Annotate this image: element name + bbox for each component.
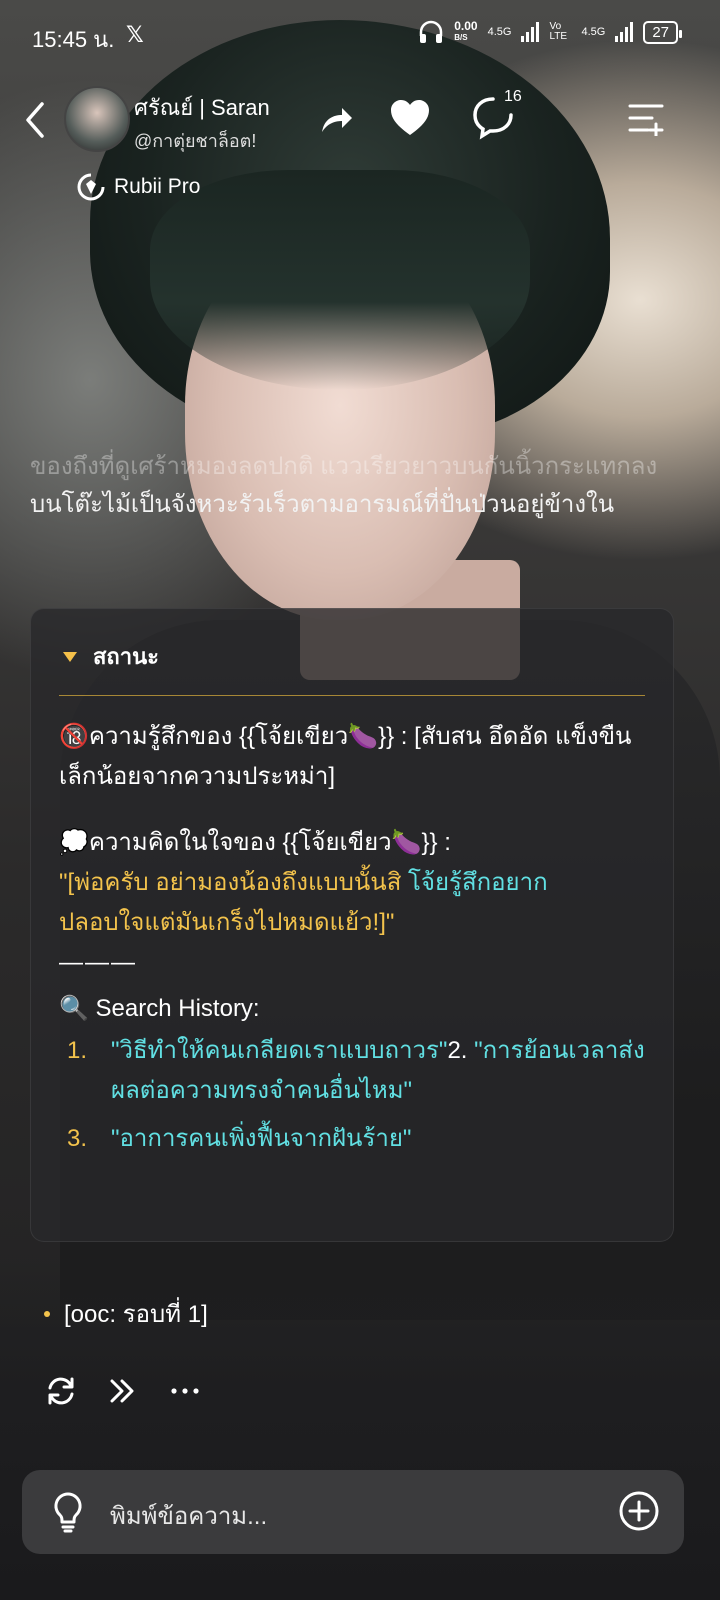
rubii-pro-label: Rubii Pro xyxy=(114,175,201,198)
list-item: 3. "อาการคนเพิ่งฟื้นจากฝันร้าย" xyxy=(67,1125,412,1152)
volte-label: Vo LTE xyxy=(549,21,568,42)
list-item: 1. "วิธีทำให้คนเกลียดเราแบบถาวร"2. "การย… xyxy=(67,1037,645,1104)
signal-1-icon xyxy=(521,22,540,42)
message-input-placeholder[interactable]: พิมพ์ข้อความ... xyxy=(110,1496,267,1535)
regenerate-icon[interactable] xyxy=(44,1374,78,1408)
signal-2-icon xyxy=(615,22,634,42)
net-speed: 0.00 B/S xyxy=(454,19,478,42)
x-app-icon: 𝕏 xyxy=(126,22,144,47)
more-options-icon[interactable] xyxy=(168,1374,202,1408)
collapse-triangle-icon[interactable] xyxy=(63,651,77,662)
separator: ——— xyxy=(59,949,137,976)
add-circle-icon[interactable] xyxy=(618,1490,660,1532)
continue-icon[interactable] xyxy=(106,1374,140,1408)
character-avatar[interactable] xyxy=(64,86,130,152)
message-actions xyxy=(44,1374,202,1408)
menu-add-icon[interactable] xyxy=(626,100,666,136)
back-arrow-icon[interactable] xyxy=(18,100,54,140)
status-card-header[interactable]: สถานะ xyxy=(63,639,159,674)
search-history-title: 🔍 Search History: xyxy=(59,995,260,1022)
status-card-body: 🔞ความรู้สึกของ {{โจ้ยเขียว🍆}} : [สับสน อ… xyxy=(59,717,649,1167)
headphones-icon xyxy=(419,20,443,43)
status-icons: 0.00 B/S 4.5G Vo LTE 4.5G 27 xyxy=(418,19,682,44)
narration-faded-line: ของถึงที่ดูเศร้าหมองลดปกติ แววเรียวยาวบน… xyxy=(30,453,658,480)
thought-quote: "[พ่อครับ อย่ามองน้องถึงแบบนั้นสิ โจ้ยรู… xyxy=(59,869,548,896)
status-bar: 15:45 น. 𝕏 0.00 B/S 4.5G Vo LTE 4.5G 27 xyxy=(0,0,720,72)
signal-1-label: 4.5G xyxy=(487,26,512,38)
heart-icon[interactable] xyxy=(388,96,432,140)
rubii-pro-badge[interactable]: Rubii Pro xyxy=(76,172,200,202)
comment-count: 16 xyxy=(504,88,522,105)
message-input-bar[interactable]: พิมพ์ข้อความ... xyxy=(22,1470,684,1554)
clock: 15:45 น. xyxy=(32,27,115,52)
bullet-dot xyxy=(44,1310,50,1317)
chat-header: ศรัณย์ | Saran @กาตุ่ยชาล็อต! 16 Rubii P… xyxy=(0,80,720,230)
status-card-title: สถานะ xyxy=(93,644,159,669)
signal-2-label: 4.5G xyxy=(581,26,606,38)
search-history-list: 1. "วิธีทำให้คนเกลียดเราแบบถาวร"2. "การย… xyxy=(59,1031,649,1159)
status-card: สถานะ 🔞ความรู้สึกของ {{โจ้ยเขียว🍆}} : [ส… xyxy=(30,608,674,1242)
character-name[interactable]: ศรัณย์ | Saran xyxy=(134,90,270,125)
thought-label: 💭ความคิดในใจของ {{โจ้ยเขียว🍆}} : xyxy=(59,829,451,856)
narration-line: บนโต๊ะไม้เป็นจังหวะรัวเร็วตามอารมณ์ที่ปั… xyxy=(30,491,615,518)
share-icon[interactable] xyxy=(316,100,356,140)
ooc-text: [ooc: รอบที่ 1] xyxy=(64,1301,208,1328)
lightbulb-icon[interactable] xyxy=(48,1490,88,1534)
rubii-logo-icon xyxy=(77,173,105,201)
narration-text: ของถึงที่ดูเศร้าหมองลดปกติ แววเรียวยาวบน… xyxy=(30,448,682,524)
feeling-text: 🔞ความรู้สึกของ {{โจ้ยเขียว🍆}} : [สับสน อ… xyxy=(59,723,632,790)
thought-quote-end: ปลอบใจแต่มันเกร็งไปหมดแย้ว!]" xyxy=(59,909,395,936)
creator-handle[interactable]: @กาตุ่ยชาล็อต! xyxy=(134,126,256,155)
card-divider xyxy=(59,695,645,696)
ooc-line: [ooc: รอบที่ 1] xyxy=(44,1294,208,1333)
battery-icon: 27 xyxy=(643,20,682,44)
